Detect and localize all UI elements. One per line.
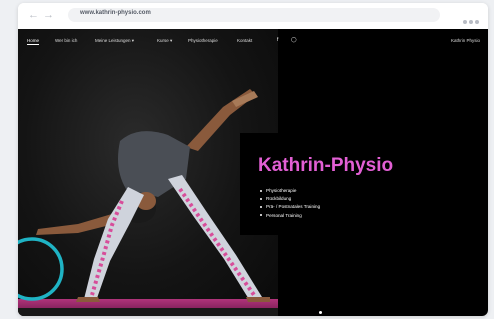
yoga-woman-illustration [18, 89, 270, 302]
service-label: Prä- / Postnatales Training [266, 204, 321, 210]
hero-headline: Kathrin-Physio [258, 155, 394, 176]
service-label: Personal Training [266, 212, 302, 218]
chevron-down-icon: ▾ [170, 38, 173, 43]
hero-text-panel: Kathrin-Physio Physiotherapie Rückbildun… [240, 133, 488, 235]
address-bar[interactable]: www.kathrin-physio.com [68, 8, 440, 22]
browser-menu-icon[interactable] [461, 11, 479, 29]
browser-window: ← → www.kathrin-physio.com Home Wer bin … [18, 3, 488, 316]
website-viewport: Home Wer bin ich Meine Leistungen ▾ Kurs… [18, 29, 488, 316]
url-text: www.kathrin-physio.com [80, 10, 151, 16]
hero-photo [18, 29, 278, 316]
list-item: Physiotherapie [260, 187, 320, 195]
nav-item-kurse-label: Kurse [157, 38, 169, 43]
nav-item-physiotherapie[interactable]: Physiotherapie [188, 38, 218, 43]
list-item: Personal Training [260, 212, 320, 220]
forward-arrow-icon[interactable]: → [43, 10, 54, 21]
services-list: Physiotherapie Rückbildung Prä- / Postna… [260, 187, 320, 220]
nav-item-wer-bin-ich[interactable]: Wer bin ich [55, 38, 77, 43]
chevron-down-icon: ▾ [131, 38, 135, 43]
list-item: Prä- / Postnatales Training [260, 203, 320, 211]
bullet-icon [260, 197, 262, 200]
service-label: Rückbildung [266, 196, 292, 202]
nav-item-leistungen[interactable]: Meine Leistungen ▾ [95, 38, 134, 44]
slide-indicator[interactable] [319, 311, 322, 314]
browser-toolbar: ← → www.kathrin-physio.com [18, 3, 488, 28]
list-item: Rückbildung [260, 195, 320, 203]
site-navigation: Home Wer bin ich Meine Leistungen ▾ Kurs… [18, 29, 488, 51]
nav-item-home[interactable]: Home [27, 38, 40, 45]
bullet-icon [260, 189, 262, 192]
facebook-icon[interactable]: f [277, 37, 278, 43]
nav-item-leistungen-label: Meine Leistungen [95, 38, 131, 43]
service-label: Physiotherapie [266, 188, 297, 193]
instagram-icon[interactable]: ◯ [291, 37, 297, 43]
nav-item-kontakt[interactable]: Kontakt [237, 38, 252, 43]
site-brand[interactable]: Kathrin Physio [451, 38, 480, 43]
nav-item-kurse[interactable]: Kurse ▾ [157, 38, 172, 44]
bullet-icon [260, 206, 262, 209]
back-arrow-icon[interactable]: ← [28, 10, 39, 21]
bullet-icon [260, 214, 262, 217]
